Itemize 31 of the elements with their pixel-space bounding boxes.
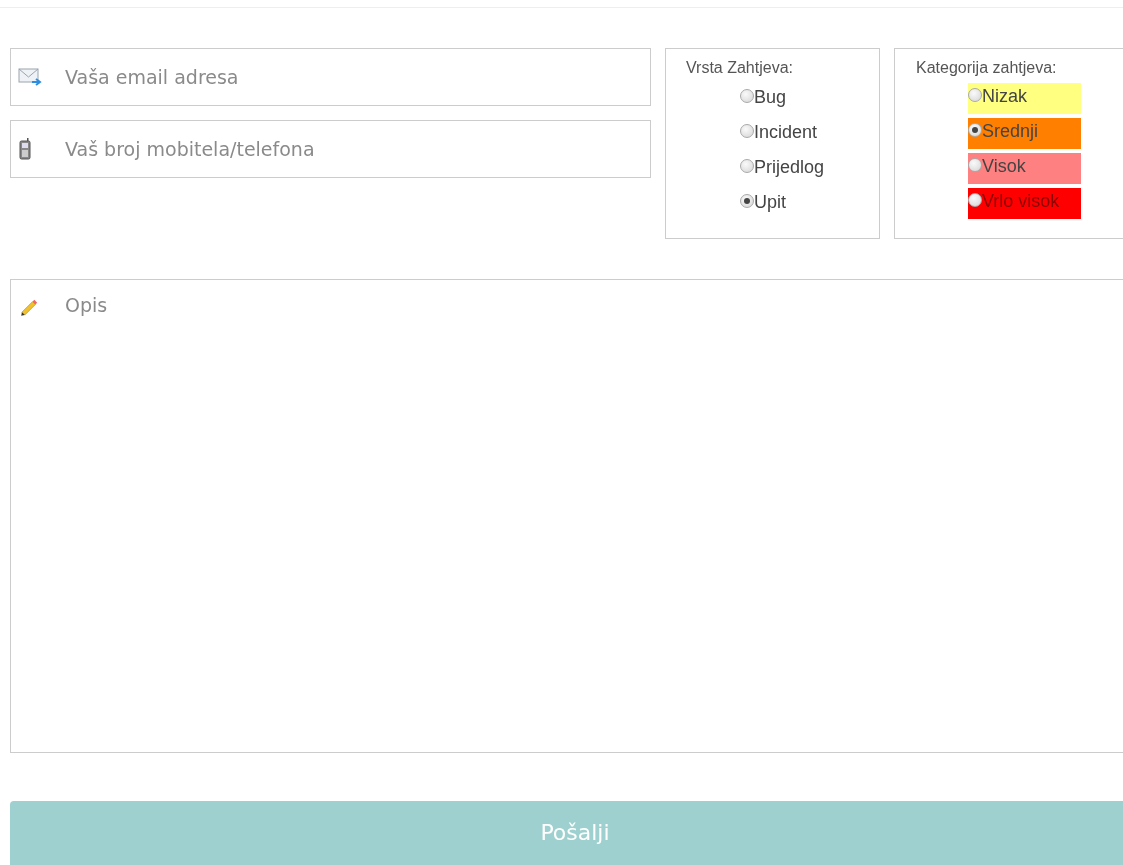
type-option[interactable]: Incident bbox=[740, 118, 879, 153]
option-label: Srednji bbox=[982, 121, 1039, 142]
option-label: Incident bbox=[754, 122, 818, 143]
radio-button[interactable] bbox=[968, 158, 982, 172]
radio-button[interactable] bbox=[740, 194, 754, 208]
radio-button[interactable] bbox=[740, 124, 754, 138]
email-field[interactable]: Vaša email adresa bbox=[10, 48, 651, 106]
category-option[interactable]: Visok bbox=[968, 153, 1081, 184]
option-label: Nizak bbox=[982, 86, 1027, 107]
type-option[interactable]: Upit bbox=[740, 188, 879, 223]
radio-button[interactable] bbox=[968, 88, 982, 102]
option-label: Bug bbox=[754, 87, 787, 108]
description-field[interactable]: Opis bbox=[10, 279, 1123, 753]
radio-button[interactable] bbox=[968, 123, 982, 137]
category-option[interactable]: Nizak bbox=[968, 83, 1081, 114]
radio-button[interactable] bbox=[740, 159, 754, 173]
option-label: Visok bbox=[982, 156, 1026, 177]
phone-field[interactable]: Vaš broj mobitela/telefona bbox=[10, 120, 651, 178]
mobile-phone-icon bbox=[18, 138, 32, 160]
type-option[interactable]: Bug bbox=[740, 83, 879, 118]
option-label: Prijedlog bbox=[754, 157, 825, 178]
radio-button[interactable] bbox=[968, 193, 982, 207]
type-option[interactable]: Prijedlog bbox=[740, 153, 879, 188]
envelope-icon bbox=[18, 68, 42, 86]
option-label: Upit bbox=[754, 192, 786, 213]
panel-title: Vrsta Zahtjeva: bbox=[686, 59, 793, 77]
panel-title: Kategorija zahtjeva: bbox=[916, 59, 1057, 77]
pencil-icon bbox=[18, 297, 40, 319]
radio-button[interactable] bbox=[740, 89, 754, 103]
option-label: Vrlo visok bbox=[982, 191, 1060, 212]
category-option[interactable]: Srednji bbox=[968, 118, 1081, 149]
